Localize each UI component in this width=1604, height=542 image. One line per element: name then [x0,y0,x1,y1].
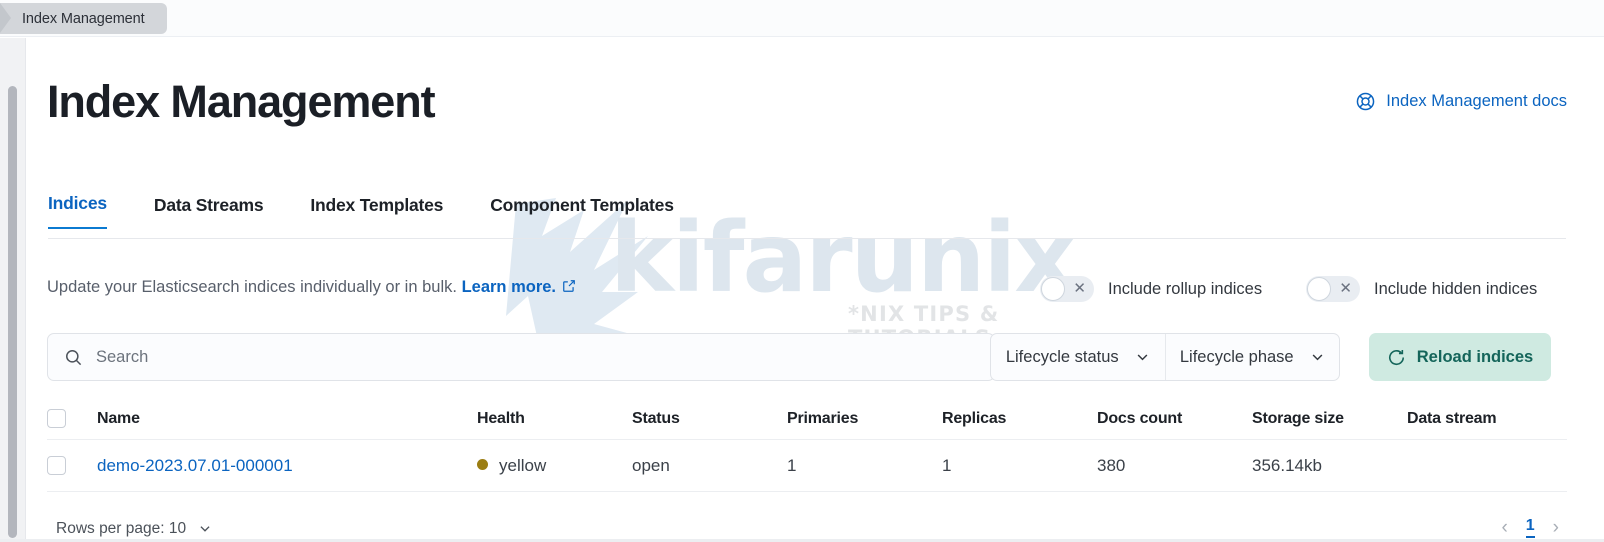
indices-table: Name Health Status Primaries Replicas Do… [47,398,1567,492]
app-root: Index Management kifarunix *NIX TIPS & T… [0,0,1604,542]
tab-indices-label: Indices [48,193,107,213]
chevron-left-icon[interactable]: ‹ [1501,518,1507,537]
include-hidden-indices-label: Include hidden indices [1374,279,1538,298]
table-footer: Rows per page: 10 ‹ 1 › [47,508,1567,542]
column-header-health[interactable]: Health [477,410,632,428]
tab-index-templates-label: Index Templates [310,195,444,215]
cell-primaries: 1 [787,455,797,475]
cross-icon: ✕ [1339,280,1352,297]
column-header-replicas[interactable]: Replicas [942,410,1097,428]
tab-data-streams-label: Data Streams [153,195,264,215]
tab-component-templates-label: Component Templates [490,195,674,215]
chevron-down-icon [200,526,210,532]
column-header-storage-size[interactable]: Storage size [1252,410,1407,428]
page-content: Index Management Index Management docs I… [27,38,1604,542]
left-scrollbar-track[interactable] [0,38,26,542]
chevron-right-icon[interactable]: › [1553,518,1559,537]
refresh-icon [1388,349,1404,365]
page-title: Index Management [47,76,436,127]
left-scrollbar-thumb[interactable] [8,86,17,538]
index-name-link[interactable]: demo-2023.07.01-000001 [97,456,293,475]
learn-more-link[interactable]: Learn more. [462,278,556,296]
toggle-knob [1041,277,1065,301]
external-link-icon [562,279,576,298]
tab-bar-divider [48,238,1566,239]
search-box[interactable] [47,333,995,381]
cell-replicas: 1 [942,455,952,475]
tab-component-templates[interactable]: Component Templates [490,195,674,229]
table-header-row: Name Health Status Primaries Replicas Do… [47,398,1567,440]
include-hidden-indices-toggle[interactable]: ✕ [1306,276,1360,302]
cell-name: demo-2023.07.01-000001 [97,456,477,476]
pagination: ‹ 1 › [1501,517,1559,538]
column-header-name[interactable]: Name [97,410,477,428]
table-row: demo-2023.07.01-000001 yellow open 1 1 3… [47,440,1567,492]
column-header-data-stream[interactable]: Data stream [1407,410,1567,428]
search-input[interactable] [96,347,956,367]
row-select-cell [47,456,97,475]
tab-data-streams[interactable]: Data Streams [153,195,264,229]
cross-icon: ✕ [1073,280,1086,297]
include-rollup-indices-label: Include rollup indices [1108,279,1263,298]
lifecycle-phase-filter[interactable]: Lifecycle phase [1164,334,1340,380]
tab-indices[interactable]: Indices [48,193,107,229]
lifecycle-phase-label: Lifecycle phase [1179,347,1294,366]
breadcrumb-label: Index Management [22,10,145,27]
column-header-primaries[interactable]: Primaries [787,410,942,428]
cell-health: yellow [477,456,632,476]
toggle-knob [1307,277,1331,301]
rows-per-page-selector[interactable]: Rows per page: 10 [56,520,212,538]
search-icon [66,349,82,365]
lifecycle-status-filter[interactable]: Lifecycle status [991,334,1165,380]
select-all-cell [47,409,97,428]
page-description: Update your Elasticsearch indices indivi… [47,278,576,298]
breadcrumb-index-management[interactable]: Index Management [0,3,167,34]
column-header-docs-count[interactable]: Docs count [1097,410,1252,428]
column-header-status[interactable]: Status [632,410,787,428]
cell-storage-size: 356.14kb [1252,455,1322,475]
index-management-docs-link[interactable]: Index Management docs [1355,91,1567,112]
reload-indices-button[interactable]: Reload indices [1369,333,1551,381]
include-rollup-indices-toggle[interactable]: ✕ [1040,276,1094,302]
lifecycle-status-label: Lifecycle status [1005,347,1119,366]
filter-bar: Lifecycle status Lifecycle phase [990,333,1340,381]
health-label: yellow [499,455,547,475]
page-number-1[interactable]: 1 [1525,517,1535,538]
tab-index-templates[interactable]: Index Templates [310,195,443,229]
chevron-down-icon [1137,353,1148,360]
chevron-down-icon [1312,353,1323,360]
include-rollup-indices-control: ✕ Include rollup indices [1040,276,1262,302]
select-all-checkbox[interactable] [47,409,66,428]
cell-status: open [632,455,670,475]
cell-docs-count: 380 [1097,455,1126,475]
reload-indices-label: Reload indices [1416,347,1534,366]
rows-per-page-label: Rows per page: 10 [56,520,187,537]
description-text: Update your Elasticsearch indices indivi… [47,278,457,296]
include-hidden-indices-control: ✕ Include hidden indices [1306,276,1537,302]
health-status-dot-icon [477,458,488,470]
row-checkbox[interactable] [47,456,66,475]
breadcrumb-arrow-icon [0,3,11,33]
docs-link-label: Index Management docs [1386,92,1567,110]
tab-bar: Indices Data Streams Index Templates Com… [48,193,721,229]
lifebuoy-icon [1357,92,1375,111]
breadcrumb-bar: Index Management [0,0,1604,37]
